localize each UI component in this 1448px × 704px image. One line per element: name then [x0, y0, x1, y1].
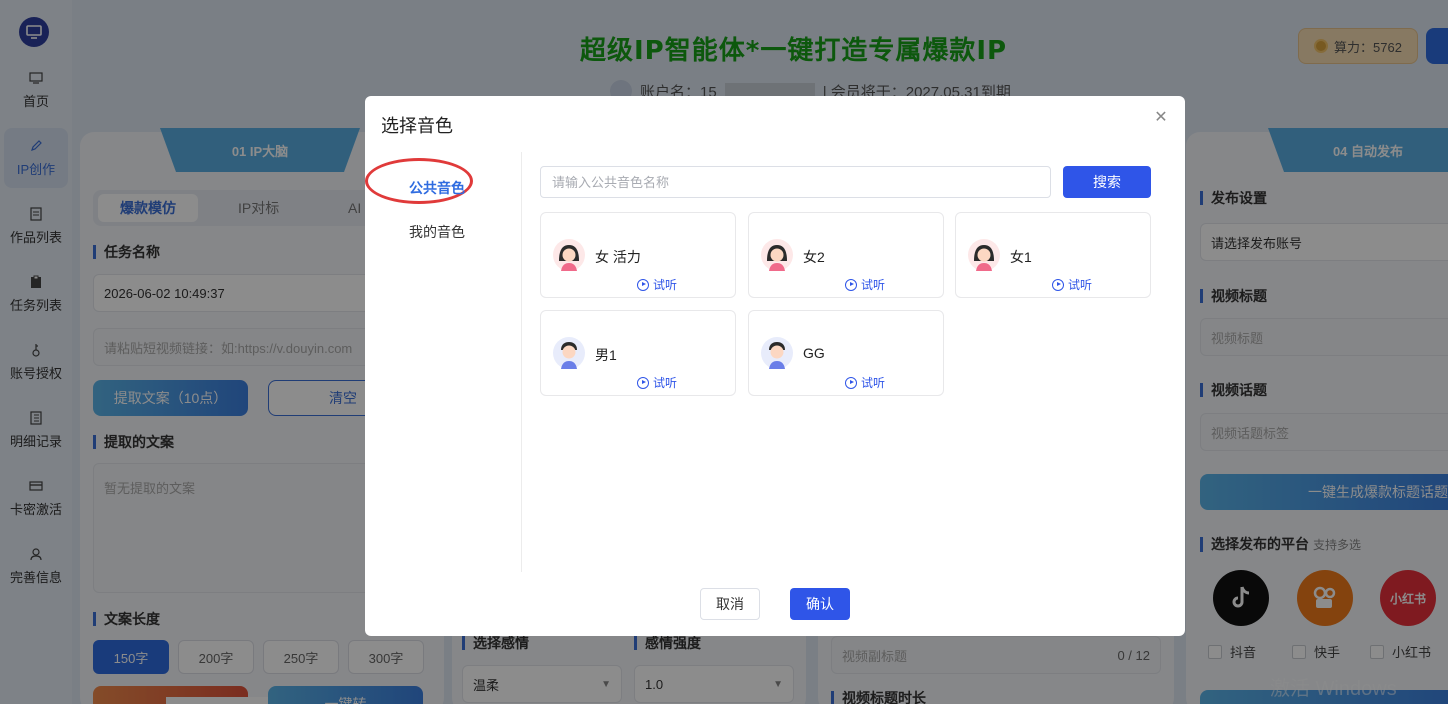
close-icon[interactable]: ✕ [1153, 110, 1169, 126]
nav-public-voices[interactable]: 公共音色 [381, 170, 493, 206]
dialog-title: 选择音色 [381, 116, 453, 136]
cancel-button[interactable]: 取消 [700, 588, 760, 620]
preview-button[interactable]: 试听 [637, 374, 677, 391]
voice-name: 女2 [803, 249, 825, 265]
preview-label: 试听 [1068, 278, 1093, 292]
male-avatar-icon [761, 337, 793, 369]
play-icon [1052, 278, 1064, 291]
windows-activation-watermark: 激活 Windows [1270, 678, 1397, 700]
female-avatar-icon [968, 239, 1000, 271]
preview-button[interactable]: 试听 [1052, 276, 1092, 293]
preview-button[interactable]: 试听 [845, 276, 885, 293]
voice-card[interactable]: 女 活力 试听 [540, 212, 736, 298]
voice-card[interactable]: 男1 试听 [540, 310, 736, 396]
divider [521, 152, 522, 572]
voice-card[interactable]: 女1 试听 [955, 212, 1151, 298]
voice-card[interactable]: GG 试听 [748, 310, 944, 396]
play-icon [845, 278, 857, 291]
voice-card[interactable]: 女2 试听 [748, 212, 944, 298]
preview-button[interactable]: 试听 [845, 374, 885, 391]
voice-name: 男1 [595, 347, 617, 363]
female-avatar-icon [553, 239, 585, 271]
female-avatar-icon [761, 239, 793, 271]
preview-button[interactable]: 试听 [637, 276, 677, 293]
voice-name: 女1 [1010, 249, 1032, 265]
play-icon [845, 376, 857, 389]
play-icon [637, 278, 649, 291]
preview-label: 试听 [653, 376, 678, 390]
male-avatar-icon [553, 337, 585, 369]
play-icon [637, 376, 649, 389]
confirm-button[interactable]: 确认 [790, 588, 850, 620]
voice-select-dialog: 选择音色 ✕ 公共音色 我的音色 搜索 女 活力 试听 女2 试听 女1 试听 … [365, 96, 1185, 636]
preview-label: 试听 [861, 376, 886, 390]
voice-name: 女 活力 [595, 249, 641, 265]
preview-label: 试听 [653, 278, 678, 292]
voice-search-input[interactable] [540, 166, 1051, 198]
preview-label: 试听 [861, 278, 886, 292]
search-button[interactable]: 搜索 [1063, 166, 1151, 198]
voice-name: GG [803, 345, 825, 361]
nav-my-voices[interactable]: 我的音色 [381, 214, 493, 250]
